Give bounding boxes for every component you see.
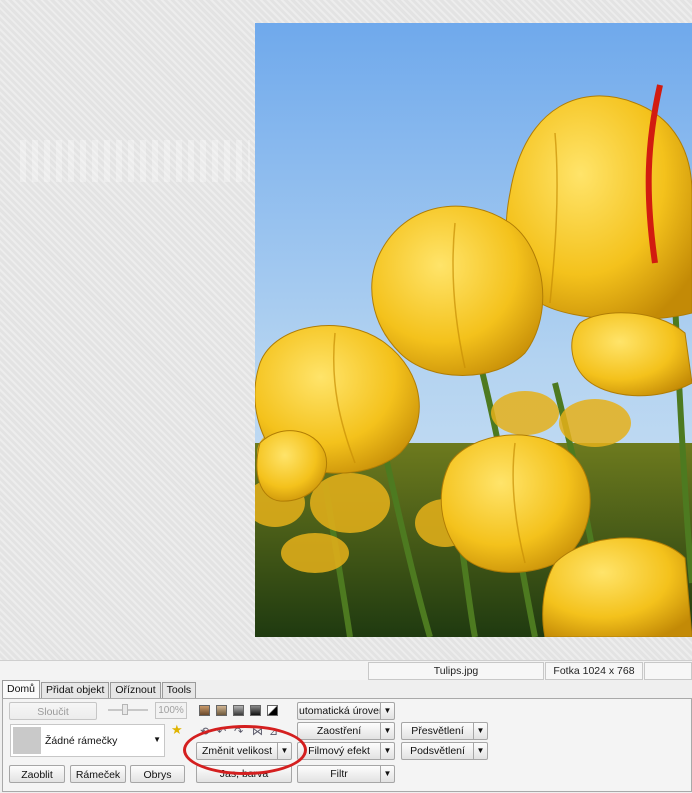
tone-swatch-dark[interactable] bbox=[250, 705, 261, 716]
flip-icon[interactable]: ⋈ bbox=[252, 727, 263, 738]
overexpose-button[interactable]: Přesvětlení bbox=[401, 722, 474, 740]
tab-crop[interactable]: Oříznout bbox=[110, 682, 161, 698]
tone-swatch-sepia[interactable] bbox=[199, 705, 210, 716]
ribbon-panel: Sloučit 100% Žádné rámečky ▼ ★ Zaoblit R… bbox=[2, 698, 692, 792]
tulips-image bbox=[255, 23, 692, 637]
resize-button[interactable]: Změnit velikost bbox=[196, 742, 278, 760]
tab-tools[interactable]: Tools bbox=[161, 682, 197, 698]
status-filename: Tulips.jpg bbox=[368, 662, 544, 680]
film-effect-split-button[interactable]: Filmový efekt ▼ bbox=[297, 742, 395, 760]
round-button[interactable]: Zaoblit bbox=[9, 765, 65, 783]
tulips-photo[interactable] bbox=[255, 23, 692, 637]
zoom-slider-thumb[interactable] bbox=[122, 704, 128, 715]
auto-level-button[interactable]: utomatická úroveň bbox=[297, 702, 381, 720]
backlight-button[interactable]: Podsvětlení bbox=[401, 742, 474, 760]
brightness-button[interactable]: Jas, barva bbox=[196, 765, 292, 783]
canvas-ghost-pattern bbox=[20, 140, 250, 182]
auto-level-split-button[interactable]: utomatická úroveň ▼ bbox=[297, 702, 395, 720]
rotate-left-icon[interactable]: ↶ bbox=[217, 727, 226, 738]
outline-button[interactable]: Obrys bbox=[130, 765, 185, 783]
frame-thumbnail bbox=[13, 727, 41, 754]
overexpose-split-button[interactable]: Přesvětlení ▼ bbox=[401, 722, 488, 740]
sharpen-button[interactable]: Zaostření bbox=[297, 722, 381, 740]
rotate-right-icon[interactable]: ↷ bbox=[234, 727, 243, 738]
chevron-down-icon[interactable]: ▼ bbox=[381, 742, 395, 760]
filter-button[interactable]: Filtr bbox=[297, 765, 381, 783]
frame-select-label: Žádné rámečky bbox=[45, 735, 118, 747]
film-effect-button[interactable]: Filmový efekt bbox=[297, 742, 381, 760]
resize-split-button[interactable]: Změnit velikost ▼ bbox=[196, 742, 292, 760]
merge-button[interactable]: Sloučit bbox=[9, 702, 97, 720]
star-icon[interactable]: ★ bbox=[171, 723, 183, 736]
straighten-icon[interactable]: ⊿ bbox=[269, 727, 278, 738]
rotate-icon[interactable]: ⟲ bbox=[200, 727, 209, 738]
tab-add-object[interactable]: Přidat objekt bbox=[41, 682, 110, 698]
tone-swatch-gray[interactable] bbox=[233, 705, 244, 716]
status-bar: Tulips.jpg Fotka 1024 x 768 bbox=[0, 660, 692, 680]
chevron-down-icon[interactable]: ▼ bbox=[381, 702, 395, 720]
chevron-down-icon[interactable]: ▼ bbox=[278, 742, 292, 760]
tab-home[interactable]: Domů bbox=[2, 680, 41, 698]
chevron-down-icon[interactable]: ▼ bbox=[474, 742, 488, 760]
brightness-split-button[interactable]: Jas, barva bbox=[196, 765, 292, 783]
ribbon-tabs: Domů Přidat objekt Oříznout Tools bbox=[2, 680, 197, 698]
status-extra bbox=[644, 662, 692, 680]
chevron-down-icon: ▼ bbox=[153, 735, 161, 744]
zoom-percent-input[interactable]: 100% bbox=[155, 702, 187, 719]
chevron-down-icon[interactable]: ▼ bbox=[381, 722, 395, 740]
backlight-split-button[interactable]: Podsvětlení ▼ bbox=[401, 742, 488, 760]
tone-swatch-warm[interactable] bbox=[216, 705, 227, 716]
chevron-down-icon[interactable]: ▼ bbox=[474, 722, 488, 740]
frame-select[interactable]: Žádné rámečky ▼ bbox=[10, 724, 165, 757]
chevron-down-icon[interactable]: ▼ bbox=[381, 765, 395, 783]
frame-button[interactable]: Rámeček bbox=[70, 765, 126, 783]
tone-swatch-bw[interactable] bbox=[267, 705, 278, 716]
status-photo-info: Fotka 1024 x 768 bbox=[545, 662, 643, 680]
sharpen-split-button[interactable]: Zaostření ▼ bbox=[297, 722, 395, 740]
filter-split-button[interactable]: Filtr ▼ bbox=[297, 765, 395, 783]
zoom-slider[interactable] bbox=[108, 704, 148, 715]
